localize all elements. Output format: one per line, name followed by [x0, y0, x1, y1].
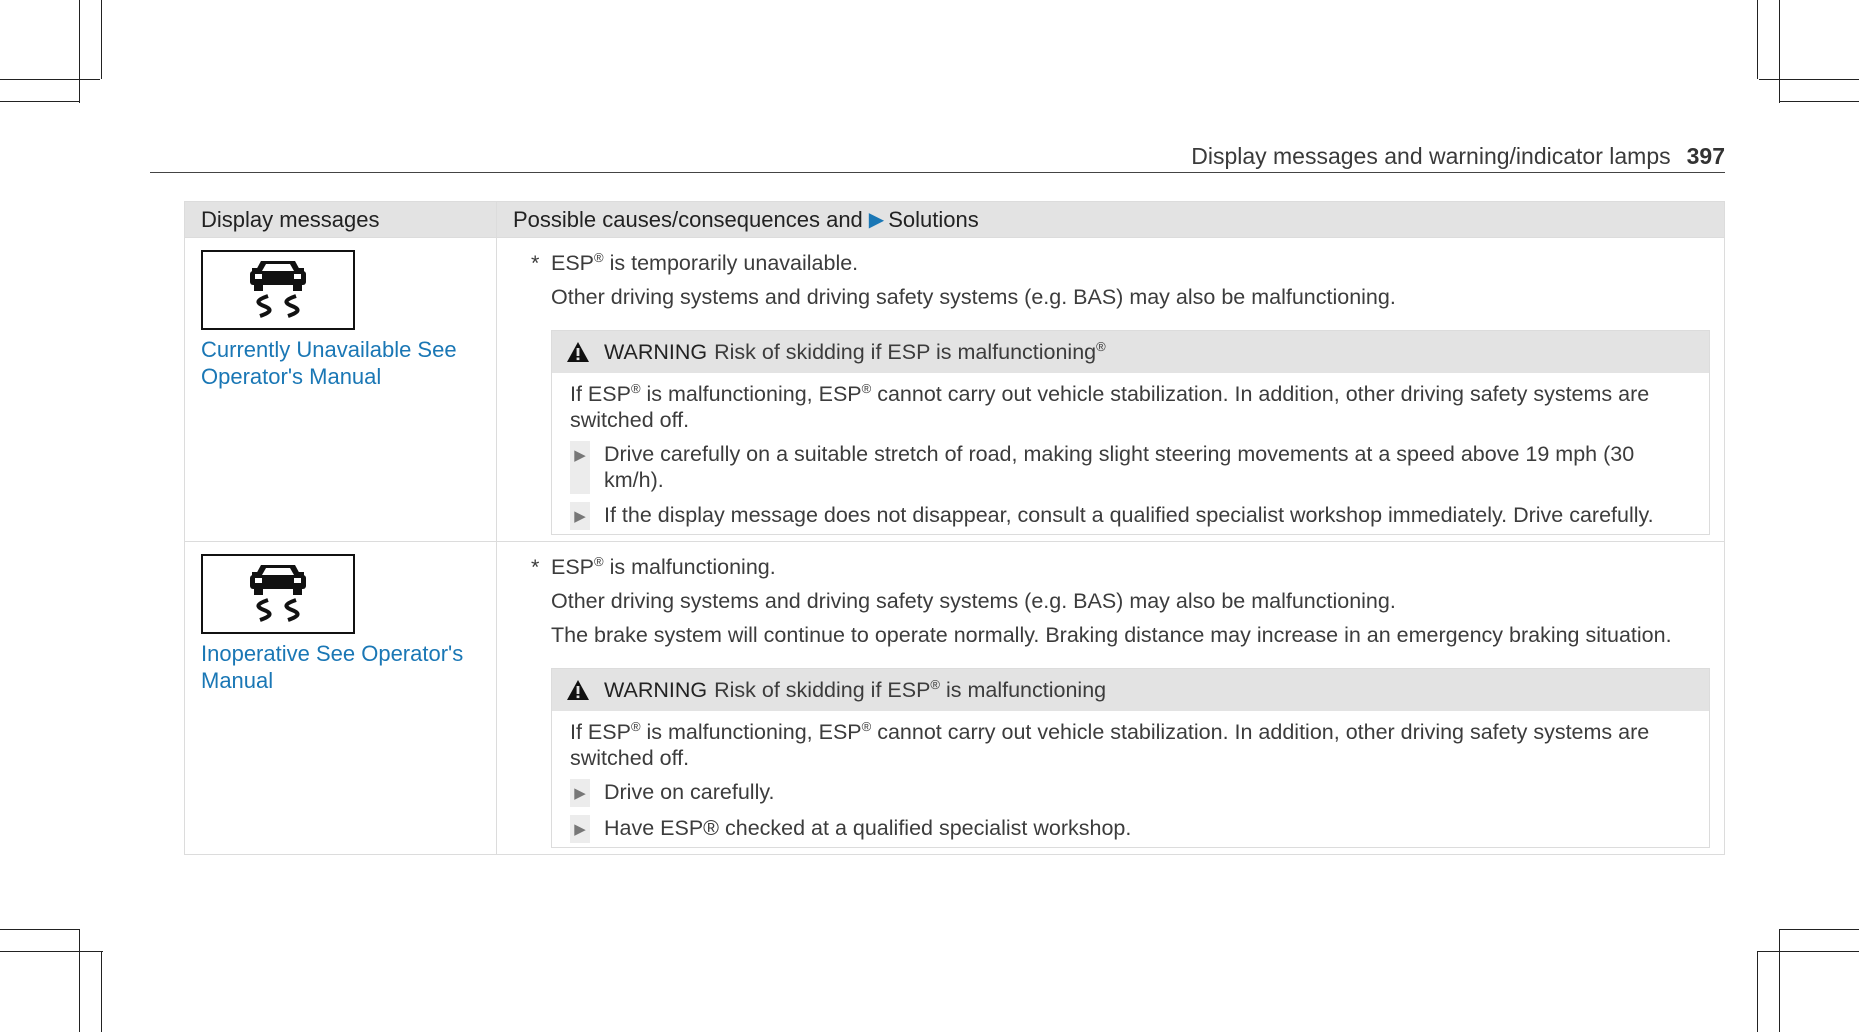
- solution-text: Have ESP® checked at a qualified special…: [604, 816, 1132, 840]
- registered-mark: ®: [594, 249, 604, 265]
- crop-mark: [0, 929, 79, 930]
- warning-title: Risk of skidding if ESP® is malfunctioni…: [714, 676, 1107, 703]
- solution-text: Drive on carefully.: [604, 780, 775, 804]
- crop-mark: [1757, 951, 1859, 952]
- table-row: Currently Unavailable See Operator's Man…: [185, 237, 1724, 541]
- warning-text: If ESP: [570, 720, 631, 744]
- warning-body: If ESP® is malfunctioning, ESP® cannot c…: [552, 711, 1709, 847]
- consequence-paragraph: Other driving systems and driving safety…: [551, 589, 1396, 613]
- registered-mark: ®: [861, 380, 872, 396]
- header-solutions-text: Solutions: [888, 206, 979, 232]
- crop-mark: [1780, 101, 1859, 102]
- warning-title: Risk of skidding if ESP is malfunctionin…: [714, 338, 1106, 365]
- header-causes-text: Possible causes/consequences and: [513, 206, 863, 232]
- display-message-text: Inoperative See Operator's Manual: [201, 641, 464, 693]
- warning-text: If ESP: [570, 382, 631, 406]
- footnote-star: *: [531, 555, 540, 579]
- crop-mark: [79, 0, 80, 103]
- crop-mark: [0, 101, 79, 102]
- crop-mark: [0, 79, 100, 80]
- warning-title-text: is malfunctioning: [940, 677, 1107, 702]
- table-row: Inoperative See Operator's Manual * ESP® …: [185, 541, 1724, 854]
- crop-mark: [1757, 951, 1758, 1032]
- crop-mark: [0, 951, 103, 952]
- solution-step: ▶ If the display message does not disapp…: [570, 502, 1695, 530]
- causes-solutions-cell: * ESP® is malfunctioning. Other driving s…: [496, 542, 1724, 854]
- bullet-arrow-icon: ▶: [570, 815, 590, 843]
- registered-mark: ®: [861, 718, 872, 734]
- crop-mark: [101, 951, 102, 1032]
- header-causes-solutions: Possible causes/consequences and ▶ Solut…: [496, 202, 1724, 237]
- warning-label: WARNING: [604, 677, 708, 702]
- cause-text: is malfunctioning.: [603, 555, 776, 579]
- section-title: Display messages and warning/indicator l…: [1191, 143, 1671, 169]
- display-messages-table: Display messages Possible causes/consequ…: [184, 201, 1725, 855]
- running-head: Display messages and warning/indicator l…: [1191, 143, 1725, 170]
- warning-box: WARNING Risk of skidding if ESP® is malf…: [551, 668, 1710, 848]
- page-number: 397: [1686, 143, 1725, 169]
- warning-title-text: Risk of skidding if ESP: [714, 677, 931, 702]
- solution-step: ▶ Drive on carefully.: [570, 779, 1695, 807]
- table-header: Display messages Possible causes/consequ…: [185, 202, 1724, 237]
- display-message-cell: Inoperative See Operator's Manual: [185, 542, 496, 854]
- consequence-paragraph: The brake system will continue to operat…: [551, 623, 1672, 647]
- warning-triangle-icon: [567, 680, 589, 700]
- footnote-star: *: [531, 251, 540, 275]
- solution-text: Drive carefully on a suitable stretch of…: [604, 442, 1635, 492]
- crop-mark: [1779, 929, 1780, 1032]
- crop-mark: [79, 929, 80, 1032]
- warning-header: WARNING Risk of skidding if ESP is malfu…: [552, 331, 1709, 373]
- header-display-messages: Display messages: [201, 206, 380, 232]
- display-message-cell: Currently Unavailable See Operator's Man…: [185, 238, 496, 541]
- warning-header: WARNING Risk of skidding if ESP® is malf…: [552, 669, 1709, 711]
- crop-mark: [1779, 0, 1780, 103]
- warning-description: If ESP® is malfunctioning, ESP® cannot c…: [570, 381, 1695, 433]
- bullet-arrow-icon: ▶: [570, 779, 590, 807]
- crop-mark: [101, 0, 102, 79]
- warning-title-text: Risk of skidding if ESP is malfunctionin…: [714, 339, 1097, 364]
- bullet-arrow-icon: ▶: [570, 441, 590, 494]
- solution-step: ▶ Have ESP® checked at a qualified speci…: [570, 815, 1695, 843]
- registered-mark: ®: [630, 718, 641, 734]
- crop-mark: [1780, 929, 1859, 930]
- warning-body: If ESP® is malfunctioning, ESP® cannot c…: [552, 373, 1709, 534]
- cause-text: ESP: [551, 555, 595, 579]
- registered-mark: ®: [1096, 338, 1106, 354]
- crop-mark: [1757, 0, 1758, 79]
- solutions-triangle-icon: ▶: [868, 209, 885, 231]
- cause-text: is temporarily unavailable.: [603, 251, 859, 275]
- esp-skid-car-icon: [201, 554, 355, 634]
- cause-paragraph: * ESP® is malfunctioning.: [531, 550, 1710, 584]
- bullet-arrow-icon: ▶: [570, 502, 590, 530]
- display-message-text: Currently Unavailable See Operator's Man…: [201, 337, 457, 389]
- solution-step: ▶ Drive carefully on a suitable stretch …: [570, 441, 1695, 494]
- warning-text: is malfunctioning, ESP: [640, 720, 862, 744]
- solution-text: If the display message does not disappea…: [604, 503, 1654, 527]
- crop-mark: [1759, 79, 1859, 80]
- cause-paragraph: * ESP® is temporarily unavailable.: [531, 246, 1710, 280]
- warning-text: is malfunctioning, ESP: [640, 382, 862, 406]
- consequence-paragraph: Other driving systems and driving safety…: [551, 285, 1396, 309]
- warning-label: WARNING: [604, 339, 708, 364]
- warning-description: If ESP® is malfunctioning, ESP® cannot c…: [570, 719, 1695, 771]
- registered-mark: ®: [930, 676, 940, 692]
- causes-solutions-cell: * ESP® is temporarily unavailable. Other …: [496, 238, 1724, 541]
- esp-skid-car-icon: [201, 250, 355, 330]
- cause-text: ESP: [551, 251, 595, 275]
- registered-mark: ®: [630, 380, 641, 396]
- registered-mark: ®: [594, 553, 604, 569]
- warning-box: WARNING Risk of skidding if ESP is malfu…: [551, 330, 1710, 535]
- warning-triangle-icon: [567, 342, 589, 362]
- header-rule: [150, 172, 1725, 173]
